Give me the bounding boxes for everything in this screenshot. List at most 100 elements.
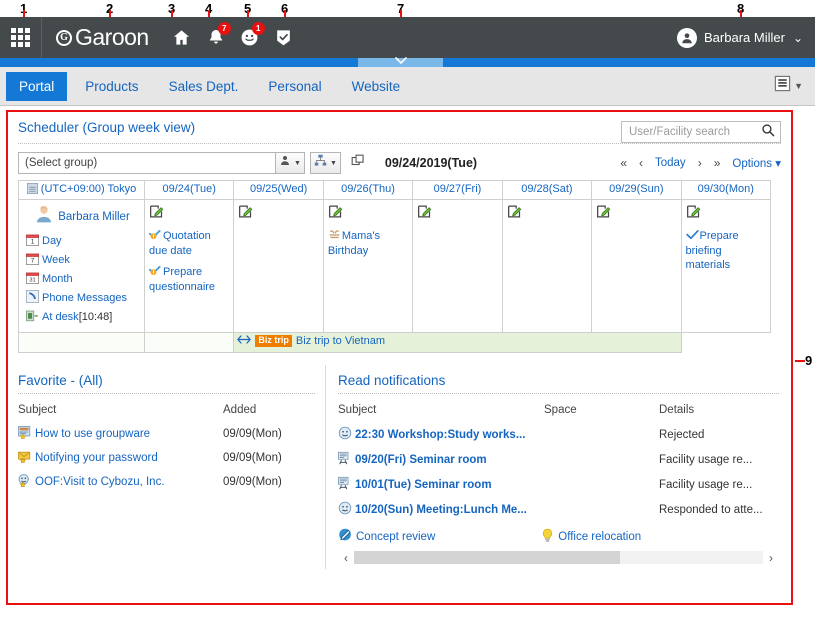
calendar-event[interactable]: Prepare briefing materials — [686, 229, 766, 272]
scrollbar-track[interactable] — [354, 551, 763, 564]
add-appointment-icon[interactable] — [417, 204, 497, 224]
todo-flag-icon — [148, 265, 162, 280]
notifications-subject-cell[interactable]: 10/01(Tue) Seminar room — [338, 472, 544, 497]
day-header-5[interactable]: 09/29(Sun) — [591, 180, 682, 200]
tab-products[interactable]: Products — [73, 73, 150, 100]
calendar-event[interactable]: Prepare questionnaire — [148, 265, 229, 295]
person-icon — [279, 154, 291, 172]
options-button[interactable]: Options ▾ — [732, 156, 781, 170]
day-header-3[interactable]: 09/27(Fri) — [412, 180, 503, 200]
scheduler-side-phone-messages[interactable]: Phone Messages — [26, 290, 140, 306]
notifications-row[interactable]: 09/20(Fri) Seminar room Facility usage re… — [338, 447, 779, 472]
scrollbar-thumb[interactable] — [354, 551, 620, 564]
add-appointment-icon[interactable] — [149, 204, 229, 224]
user-name-label: Barbara Miller — [704, 30, 785, 45]
tab-personal[interactable]: Personal — [256, 73, 333, 100]
add-appointment-icon[interactable] — [328, 204, 408, 224]
day-cell-1[interactable] — [233, 199, 324, 333]
add-appointment-icon[interactable] — [686, 204, 766, 224]
day-header-1[interactable]: 09/25(Wed) — [233, 180, 324, 200]
day-cell-2[interactable]: Mama's Birthday — [322, 199, 414, 333]
notifications-button[interactable]: 7 — [199, 17, 233, 58]
scheduler-side-day[interactable]: 1 Day — [26, 233, 140, 249]
options-label: Options — [732, 158, 773, 170]
favorites-row[interactable]: How to use groupware 09/09(Mon) — [18, 422, 315, 446]
day-header-0[interactable]: 09/24(Tue) — [143, 180, 235, 200]
favorites-subject-cell[interactable]: OOF:Visit to Cybozu, Inc. — [18, 470, 223, 494]
portal-list-menu-button[interactable]: ▼ — [774, 75, 803, 97]
space-link-label: Office relocation — [558, 531, 642, 543]
scheduler-user[interactable]: Barbara Miller — [24, 204, 140, 229]
notifications-portlet: Read notifications Subject Space Details… — [326, 365, 791, 569]
day-cell-6[interactable]: Prepare briefing materials — [680, 199, 772, 333]
space-link[interactable]: Office relocation — [540, 528, 641, 546]
calendar-event[interactable]: Mama's Birthday — [328, 229, 408, 259]
calendar-event[interactable]: Quotation due date — [148, 229, 229, 259]
add-appointment-icon[interactable] — [238, 204, 318, 224]
search-input[interactable] — [627, 125, 761, 139]
next-page-button[interactable]: › — [698, 156, 702, 170]
svg-text:7: 7 — [31, 258, 35, 265]
scheduler-side-week[interactable]: 7 Week — [26, 252, 140, 268]
user-menu[interactable]: Barbara Miller ⌄ — [677, 27, 803, 48]
scheduler-allday-row: Biz trip Biz trip to Vietnam — [18, 332, 771, 353]
brand-logo[interactable]: G Garoon — [56, 24, 149, 51]
chevron-down-icon: ⌄ — [792, 30, 803, 45]
notifications-subject-label: 10/20(Sun) Meeting:Lunch Me... — [355, 503, 527, 516]
calendar-day-icon: 1 — [26, 233, 39, 249]
duplicate-view-button[interactable] — [347, 152, 369, 174]
day-header-4[interactable]: 09/28(Sat) — [501, 180, 593, 200]
add-appointment-icon[interactable] — [507, 204, 587, 224]
favorites-subject-cell[interactable]: How to use groupware — [18, 422, 223, 446]
biztrip-event[interactable]: Biz trip Biz trip to Vietnam — [237, 335, 677, 347]
favorites-title[interactable]: Favorite - (All) — [18, 373, 315, 393]
chevron-down-icon: ▼ — [794, 81, 803, 91]
favorites-row[interactable]: Notifying your password 09/09(Mon) — [18, 446, 315, 470]
first-page-button[interactable]: « — [620, 156, 627, 170]
org-filter-button[interactable]: ▼ — [309, 152, 341, 174]
allday-event-cell[interactable]: Biz trip Biz trip to Vietnam — [233, 332, 682, 353]
notifications-hscrollbar[interactable]: ‹ › — [338, 550, 779, 565]
notifications-subject-cell[interactable]: 09/20(Fri) Seminar room — [338, 447, 544, 472]
app-grid-button[interactable] — [0, 17, 42, 58]
day-cell-0[interactable]: Quotation due date Prepare questionnaire — [143, 199, 235, 333]
add-appointment-icon[interactable] — [596, 204, 676, 224]
double-arrow-icon — [237, 335, 252, 347]
date-navigation: « ‹ Today › » Options ▾ — [620, 156, 781, 170]
day-cell-5[interactable] — [591, 199, 682, 333]
facility-icon — [338, 451, 352, 468]
day-header-6[interactable]: 09/30(Mon) — [680, 180, 772, 200]
favorites-row[interactable]: OOF:Visit to Cybozu, Inc. 09/09(Mon) — [18, 470, 315, 494]
scheduler-side-month[interactable]: 31 Month — [26, 271, 140, 287]
day-cell-3[interactable] — [412, 199, 503, 333]
notifications-row[interactable]: 10/20(Sun) Meeting:Lunch Me... Responded … — [338, 497, 779, 522]
favorites-subject-cell[interactable]: Notifying your password — [18, 446, 223, 470]
group-select[interactable]: (Select group) — [18, 152, 276, 174]
chevron-right-icon[interactable]: › — [763, 551, 779, 565]
prev-page-button[interactable]: ‹ — [639, 156, 643, 170]
scheduler-title[interactable]: Scheduler (Group week view) — [18, 120, 195, 140]
today-button[interactable]: Today — [655, 157, 686, 169]
search-icon[interactable] — [761, 123, 775, 142]
tab-website[interactable]: Website — [340, 73, 413, 100]
chevron-left-icon[interactable]: ‹ — [338, 551, 354, 565]
notifications-subject-cell[interactable]: 22:30 Workshop:Study works... — [338, 422, 544, 447]
scheduler-side-at-desk[interactable]: At desk [10:48] — [26, 309, 140, 325]
favorites-button[interactable] — [267, 17, 301, 58]
day-header-2[interactable]: 09/26(Thu) — [322, 180, 414, 200]
appointment-icon — [338, 426, 352, 443]
presence-button[interactable]: 1 — [233, 17, 267, 58]
last-page-button[interactable]: » — [714, 156, 721, 170]
space-link[interactable]: Concept review — [338, 528, 435, 546]
day-cell-4[interactable] — [501, 199, 593, 333]
tab-portal[interactable]: Portal — [6, 71, 68, 101]
notifications-subject-cell[interactable]: 10/20(Sun) Meeting:Lunch Me... — [338, 497, 544, 522]
notifications-row[interactable]: 22:30 Workshop:Study works... Rejected — [338, 422, 779, 447]
person-filter-button[interactable]: ▼ — [276, 152, 305, 174]
scheduler-user-name[interactable]: Barbara Miller — [58, 211, 130, 223]
home-button[interactable] — [165, 17, 199, 58]
notifications-row[interactable]: 10/01(Tue) Seminar room Facility usage re… — [338, 472, 779, 497]
notifications-title[interactable]: Read notifications — [338, 373, 779, 393]
user-facility-search[interactable] — [621, 121, 781, 143]
tab-sales-dept[interactable]: Sales Dept. — [157, 73, 251, 100]
